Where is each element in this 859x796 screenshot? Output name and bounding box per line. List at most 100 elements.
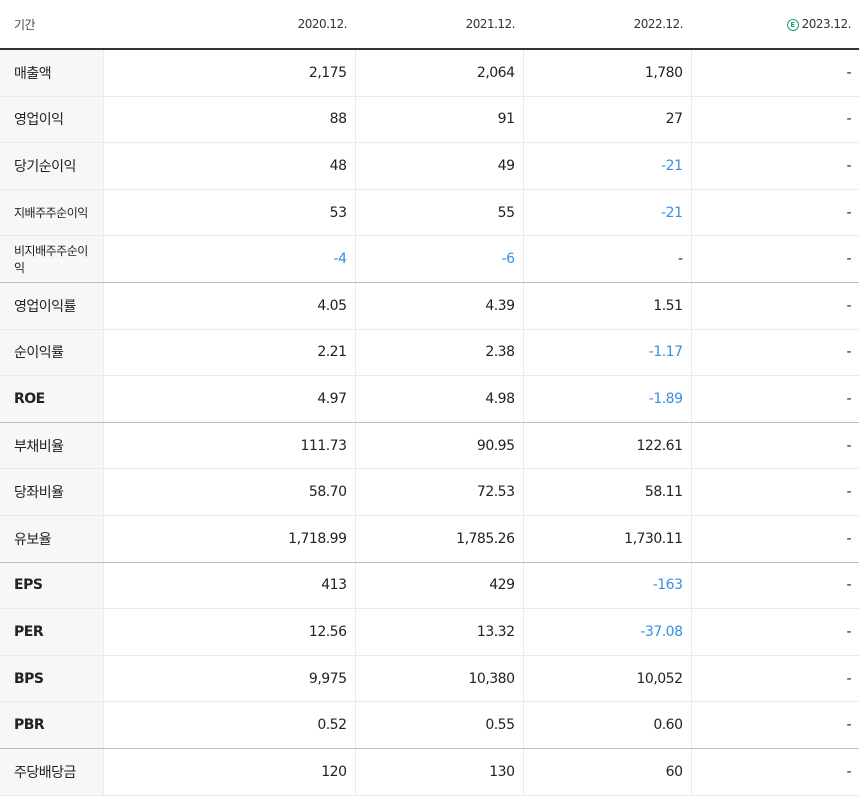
- value-cell: 429: [354, 562, 523, 610]
- value-cell: -: [690, 96, 859, 144]
- value-cell: 0.60: [522, 701, 691, 749]
- table-row: 영업이익 88 91 27-: [0, 96, 859, 144]
- value-cell: 91: [354, 96, 523, 144]
- table-row: 순이익률 2.21 2.38 -1.17-: [0, 329, 859, 377]
- value-cell: -163: [522, 562, 691, 610]
- value-cell: -: [690, 375, 859, 423]
- table-row: 비지배주주순이익 -4 -6- -: [0, 235, 859, 283]
- estimate-icon: E: [786, 18, 799, 31]
- row-label: PER: [0, 608, 103, 656]
- value-cell: -37.08: [522, 608, 691, 656]
- value-cell: 0.52: [102, 701, 355, 749]
- value-cell: 4.39: [354, 282, 523, 330]
- value-cell: 4.98: [354, 375, 523, 423]
- value-cell: 10,380: [354, 655, 523, 703]
- table-row: 당기순이익 48 49 -21-: [0, 142, 859, 190]
- value-cell: -: [690, 329, 859, 377]
- row-label: 지배주주순이익: [0, 189, 103, 237]
- table-row: 유보율 1,718.99 1,785.26 1,730.11-: [0, 515, 859, 563]
- value-cell: 1,780: [522, 49, 691, 97]
- value-cell: 130: [354, 748, 523, 796]
- value-cell: -4: [102, 235, 355, 283]
- value-cell: 413: [102, 562, 355, 610]
- value-cell: -: [690, 282, 859, 330]
- table-row: 지배주주순이익 53 55 -21-: [0, 189, 859, 237]
- value-cell: 2.21: [102, 329, 355, 377]
- value-cell: 122.61: [522, 422, 691, 470]
- value-cell: -: [690, 49, 859, 97]
- value-cell: 9,975: [102, 655, 355, 703]
- value-cell: -: [690, 142, 859, 190]
- row-label: EPS: [0, 562, 103, 610]
- table-row: PER 12.56 13.32 -37.08-: [0, 608, 859, 656]
- row-label: 영업이익: [0, 96, 103, 144]
- value-cell: 72.53: [354, 468, 523, 516]
- table-row: PBR 0.52 0.55 0.60-: [0, 701, 859, 749]
- table-row: 당좌비율 58.70 72.53 58.11-: [0, 468, 859, 516]
- table-row: 부채비율 111.73 90.95 122.61-: [0, 422, 859, 470]
- value-cell: 111.73: [102, 422, 355, 470]
- row-label: 유보율: [0, 515, 103, 563]
- value-cell: 27: [522, 96, 691, 144]
- value-cell: 58.70: [102, 468, 355, 516]
- value-cell: 2,064: [354, 49, 523, 97]
- value-cell: 1,718.99: [102, 515, 355, 563]
- value-cell: -6: [354, 235, 523, 283]
- period-label: 기간: [0, 0, 103, 50]
- table-row: 영업이익률 4.05 4.39 1.51-: [0, 282, 859, 330]
- value-cell: -1.89: [522, 375, 691, 423]
- value-cell: 58.11: [522, 468, 691, 516]
- row-label: 비지배주주순이익: [0, 235, 103, 283]
- value-cell: -: [522, 235, 691, 283]
- column-2023-estimate: E 2023.12.: [691, 0, 859, 50]
- value-cell: 0.55: [354, 701, 523, 749]
- value-cell: -21: [522, 189, 691, 237]
- value-cell: -: [690, 701, 859, 749]
- value-cell: 2.38: [354, 329, 523, 377]
- row-label: 매출액: [0, 49, 103, 97]
- value-cell: -: [690, 515, 859, 563]
- value-cell: -1.17: [522, 329, 691, 377]
- value-cell: 12.56: [102, 608, 355, 656]
- value-cell: 49: [354, 142, 523, 190]
- header-row: 기간 2020.12. 2021.12. 2022.12. E 2023.12.: [0, 0, 859, 50]
- table-row: BPS 9,975 10,380 10,052-: [0, 655, 859, 703]
- column-2020: 2020.12.: [103, 0, 355, 50]
- value-cell: 1,785.26: [354, 515, 523, 563]
- row-label: BPS: [0, 655, 103, 703]
- value-cell: -: [690, 562, 859, 610]
- value-cell: 2,175: [102, 49, 355, 97]
- value-cell: 4.05: [102, 282, 355, 330]
- row-label: 부채비율: [0, 422, 103, 470]
- value-cell: -21: [522, 142, 691, 190]
- value-cell: 88: [102, 96, 355, 144]
- row-label: 영업이익률: [0, 282, 103, 330]
- table-row: 주당배당금 120 130 60-: [0, 748, 859, 796]
- value-cell: -: [690, 748, 859, 796]
- value-cell: 13.32: [354, 608, 523, 656]
- value-cell: 10,052: [522, 655, 691, 703]
- table-row: ROE 4.97 4.98 -1.89-: [0, 375, 859, 423]
- column-2023-label: 2023.12.: [801, 17, 852, 31]
- value-cell: 53: [102, 189, 355, 237]
- row-label: 당기순이익: [0, 142, 103, 190]
- table-row: 매출액 2,175 2,064 1,780-: [0, 49, 859, 97]
- value-cell: 60: [522, 748, 691, 796]
- row-label: PBR: [0, 701, 103, 749]
- value-cell: 1.51: [522, 282, 691, 330]
- row-label: ROE: [0, 375, 103, 423]
- row-label: 주당배당금: [0, 748, 103, 796]
- financial-summary-table: 기간 2020.12. 2021.12. 2022.12. E 2023.12. …: [0, 0, 859, 796]
- table-row: EPS 413 429 -163-: [0, 562, 859, 610]
- row-label: 당좌비율: [0, 468, 103, 516]
- value-cell: 90.95: [354, 422, 523, 470]
- value-cell: 4.97: [102, 375, 355, 423]
- value-cell: -: [690, 189, 859, 237]
- value-cell: 55: [354, 189, 523, 237]
- value-cell: -: [690, 422, 859, 470]
- column-2022: 2022.12.: [523, 0, 691, 50]
- value-cell: 1,730.11: [522, 515, 691, 563]
- column-2021: 2021.12.: [355, 0, 523, 50]
- value-cell: -: [690, 468, 859, 516]
- value-cell: 48: [102, 142, 355, 190]
